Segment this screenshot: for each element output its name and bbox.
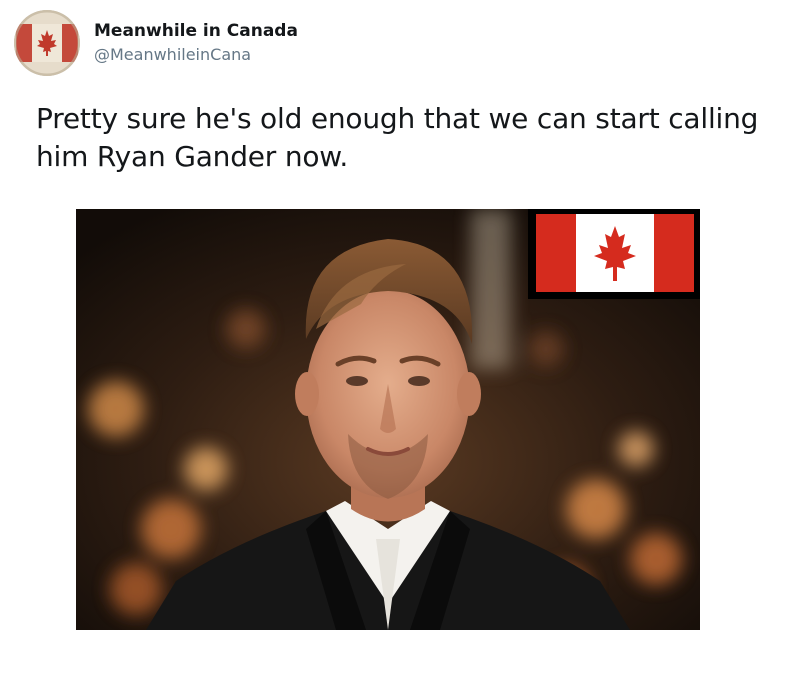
author-names: Meanwhile in Canada @MeanwhileinCana [94, 20, 298, 66]
author-handle[interactable]: @MeanwhileinCana [94, 44, 298, 66]
avatar[interactable] [14, 10, 80, 76]
tweet-media-photo[interactable] [76, 209, 700, 630]
canada-flag-avatar-icon [14, 10, 80, 76]
canada-flag [528, 209, 700, 299]
photo-with-canada-flag-icon [76, 209, 700, 630]
tweet-header: Meanwhile in Canada @MeanwhileinCana [14, 10, 298, 76]
tweet-card: Meanwhile in Canada @MeanwhileinCana Pre… [0, 0, 800, 678]
tweet-text: Pretty sure he's old enough that we can … [36, 102, 759, 173]
author-display-name[interactable]: Meanwhile in Canada [94, 20, 298, 42]
